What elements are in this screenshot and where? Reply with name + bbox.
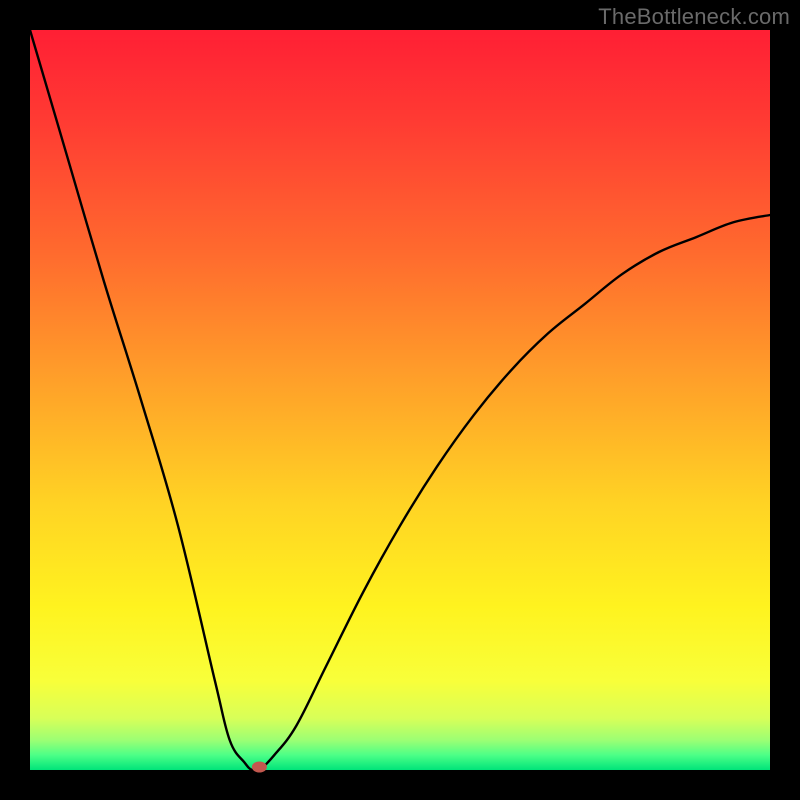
optimal-point-marker: [252, 762, 266, 772]
plot-area: [30, 30, 770, 770]
bottleneck-curve: [30, 30, 770, 770]
chart-frame: TheBottleneck.com: [0, 0, 800, 800]
watermark-text: TheBottleneck.com: [598, 4, 790, 30]
